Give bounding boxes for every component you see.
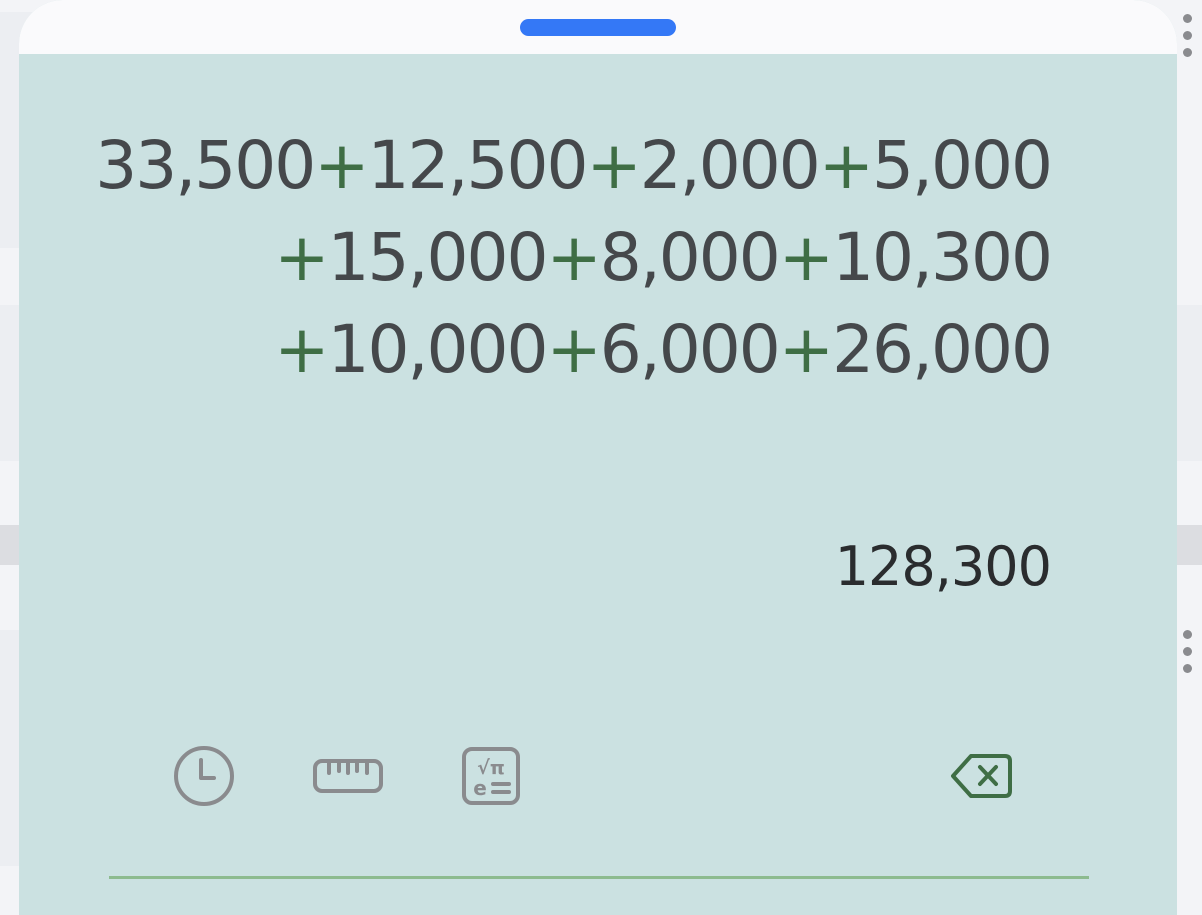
operand: 26,000 [832, 311, 1053, 388]
operand: 5,000 [872, 127, 1053, 204]
expression-line: +10,000+6,000+26,000 [51, 304, 1053, 396]
backspace-icon [951, 754, 1012, 798]
backspace-button[interactable] [945, 745, 1015, 807]
operator-plus: + [274, 219, 329, 296]
expression-display[interactable]: 33,500+12,500+2,000+5,000 +15,000+8,000+1… [51, 120, 1053, 396]
operand: 10,300 [832, 219, 1053, 296]
operator-plus: + [546, 311, 601, 388]
operand: 2,000 [639, 127, 821, 204]
sheet-header [19, 0, 1177, 54]
operator-plus: + [778, 311, 834, 388]
result-display: 128,300 [834, 535, 1052, 598]
scientific-functions-icon: √π e [462, 747, 520, 805]
more-options-icon[interactable] [1183, 14, 1195, 65]
operator-plus: + [546, 219, 601, 296]
operand: 10,000 [327, 311, 549, 388]
ruler-icon [313, 759, 383, 793]
unit-converter-button[interactable] [313, 745, 383, 807]
history-button[interactable] [173, 745, 235, 807]
operator-plus: + [586, 127, 641, 204]
clock-icon [174, 746, 234, 806]
operator-plus: + [314, 127, 369, 204]
keypad-divider [109, 876, 1089, 879]
operand: 8,000 [599, 219, 781, 296]
expression-line: +15,000+8,000+10,300 [51, 212, 1053, 304]
operator-plus: + [778, 219, 834, 296]
scientific-mode-button[interactable]: √π e [460, 745, 522, 807]
more-options-icon[interactable] [1183, 630, 1195, 681]
operand: 6,000 [599, 311, 781, 388]
operator-plus: + [274, 311, 329, 388]
calculator-sheet: 33,500+12,500+2,000+5,000 +15,000+8,000+1… [19, 0, 1177, 915]
expression-line: 33,500+12,500+2,000+5,000 [51, 120, 1053, 212]
drag-handle[interactable] [520, 19, 676, 36]
operand: 15,000 [327, 219, 549, 296]
operator-plus: + [818, 127, 874, 204]
operand: 12,500 [367, 127, 589, 204]
svg-text:e: e [473, 776, 487, 800]
operand: 33,500 [95, 127, 316, 204]
